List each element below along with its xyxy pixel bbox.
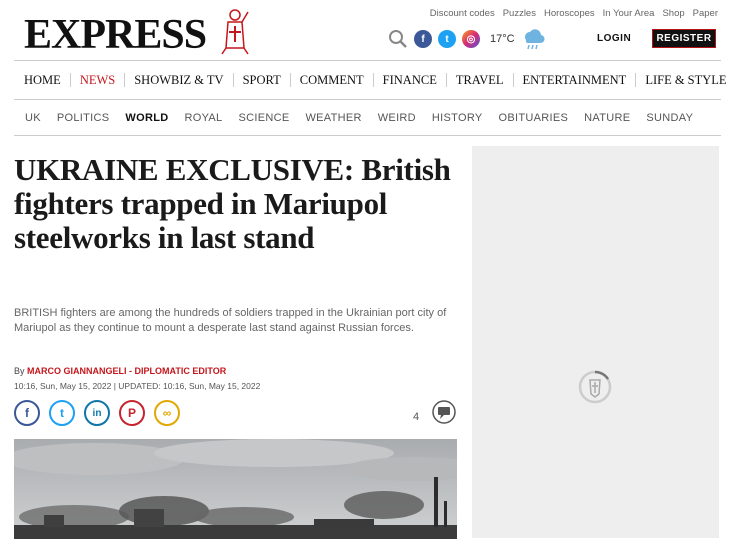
top-links: Discount codes Puzzles Horoscopes In You… (430, 8, 718, 19)
article-dates: 10:16, Sun, May 15, 2022 | UPDATED: 10:1… (14, 381, 261, 391)
loading-spinner-icon (578, 370, 612, 404)
main-nav: HOME NEWS SHOWBIZ & TV SPORT COMMENT FIN… (14, 60, 727, 100)
subnav-item-royal[interactable]: ROYAL (176, 112, 230, 124)
top-link-puzzles[interactable]: Puzzles (503, 8, 536, 19)
nav-item-news[interactable]: NEWS (69, 73, 124, 87)
linkedin-icon[interactable]: in (84, 400, 110, 426)
top-link-in-your-area[interactable]: In Your Area (603, 8, 655, 19)
top-link-shop[interactable]: Shop (662, 8, 684, 19)
article-headline: UKRAINE EXCLUSIVE: British fighters trap… (14, 152, 451, 255)
express-logo[interactable]: EXPRESS (24, 14, 207, 56)
subnav-item-obituaries[interactable]: OBITUARIES (491, 112, 577, 124)
pinterest-icon[interactable]: P (119, 400, 145, 426)
nav-item-showbiz-tv[interactable]: SHOWBIZ & TV (124, 73, 232, 87)
crusader-logo-icon (221, 9, 249, 55)
share-bar: f t in P ∞ (14, 400, 180, 426)
twitter-icon[interactable]: t (49, 400, 75, 426)
top-link-horoscopes[interactable]: Horoscopes (544, 8, 595, 19)
subnav-item-politics[interactable]: POLITICS (49, 112, 118, 124)
link-icon[interactable]: ∞ (154, 400, 180, 426)
temperature: 17°C (490, 33, 515, 45)
subnav-item-nature[interactable]: NATURE (576, 112, 638, 124)
article-lead: BRITISH fighters are among the hundreds … (14, 307, 447, 334)
byline-prefix: By (14, 366, 25, 376)
byline: By MARCO GIANNANGELI - DIPLOMATIC EDITOR (14, 366, 226, 376)
nav-item-entertainment[interactable]: ENTERTAINMENT (512, 73, 636, 87)
nav-item-home[interactable]: HOME (14, 73, 70, 87)
register-button[interactable]: REGISTER (652, 29, 716, 48)
author-link[interactable]: MARCO GIANNANGELI - DIPLOMATIC EDITOR (27, 366, 226, 376)
subnav-item-world[interactable]: WORLD (117, 112, 176, 124)
subnav-item-science[interactable]: SCIENCE (230, 112, 297, 124)
comment-count[interactable]: 4 (413, 411, 419, 423)
rain-cloud-icon (524, 29, 545, 50)
subnav-item-uk[interactable]: UK (14, 112, 49, 124)
nav-item-comment[interactable]: COMMENT (289, 73, 373, 87)
login-link[interactable]: LOGIN (597, 33, 631, 44)
top-link-paper[interactable]: Paper (693, 8, 718, 19)
nav-item-travel[interactable]: TRAVEL (445, 73, 513, 87)
subnav-item-weird[interactable]: WEIRD (370, 112, 424, 124)
subnav-item-sunday[interactable]: SUNDAY (638, 112, 701, 124)
nav-item-life-style[interactable]: LIFE & STYLE (635, 73, 732, 87)
nav-item-finance[interactable]: FINANCE (372, 73, 446, 87)
header-instagram-icon[interactable]: ◎ (462, 30, 480, 48)
header-tools: f t ◎ 17°C (388, 28, 545, 50)
search-icon[interactable] (388, 29, 408, 49)
sub-nav: UK POLITICS WORLD ROYAL SCIENCE WEATHER … (14, 100, 721, 136)
nav-item-sport[interactable]: SPORT (232, 73, 290, 87)
header-facebook-icon[interactable]: f (414, 30, 432, 48)
advertisement-placeholder (472, 146, 719, 538)
subnav-item-history[interactable]: HISTORY (424, 112, 491, 124)
header-twitter-icon[interactable]: t (438, 30, 456, 48)
facebook-icon[interactable]: f (14, 400, 40, 426)
top-link-discount-codes[interactable]: Discount codes (430, 8, 495, 19)
article-photo (14, 439, 457, 539)
comment-icon[interactable] (432, 400, 456, 424)
subnav-item-weather[interactable]: WEATHER (297, 112, 369, 124)
